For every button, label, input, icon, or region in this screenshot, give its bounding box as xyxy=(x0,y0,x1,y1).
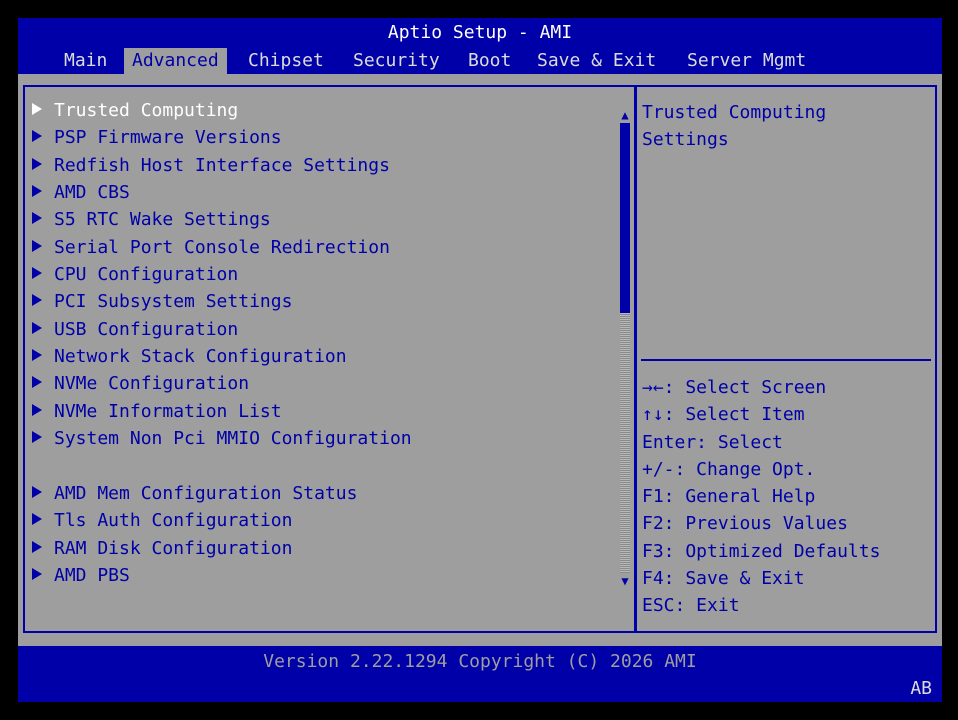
submenu-arrow-icon xyxy=(32,431,42,444)
version-text: Version 2.22.1294 Copyright (C) 2026 AMI xyxy=(263,651,697,672)
submenu-arrow-icon xyxy=(32,540,42,553)
submenu-arrow-icon xyxy=(32,212,42,225)
menu-item-serial-port-console[interactable]: Serial Port Console Redirection xyxy=(30,234,625,261)
menu-item-label: Network Stack Configuration xyxy=(54,346,347,368)
key-f3: F3: Optimized Defaults xyxy=(642,540,881,562)
submenu-arrow-icon xyxy=(32,267,42,280)
help-panel: Trusted Computing Settings →←: Select Sc… xyxy=(635,85,937,633)
scroll-track[interactable] xyxy=(620,123,630,573)
key-f4: F4: Save & Exit xyxy=(642,568,805,590)
menu-item-s5-rtc-wake[interactable]: S5 RTC Wake Settings xyxy=(30,206,625,233)
key-select-item: ↑↓: Select Item xyxy=(642,404,805,426)
header-bar: Aptio Setup - AMI Main Advanced Chipset … xyxy=(18,18,942,74)
menu-item-amd-pbs[interactable]: AMD PBS xyxy=(30,562,625,589)
submenu-arrow-icon xyxy=(32,376,42,389)
submenu-arrow-icon xyxy=(32,239,42,252)
menu-item-amd-cbs[interactable]: AMD CBS xyxy=(30,179,625,206)
tab-save-exit[interactable]: Save & Exit xyxy=(529,48,664,74)
menu-item-label: AMD PBS xyxy=(54,564,130,586)
menu-item-label: USB Configuration xyxy=(54,318,239,340)
key-select-screen: →←: Select Screen xyxy=(642,377,827,398)
help-line: Settings xyxy=(642,129,729,150)
footer-bar: Version 2.22.1294 Copyright (C) 2026 AMI… xyxy=(18,646,942,702)
submenu-arrow-icon xyxy=(32,403,42,416)
menu-item-label: System Non Pci MMIO Configuration xyxy=(54,428,412,450)
menu-spacer xyxy=(30,452,625,479)
menu-item-label: Trusted Computing xyxy=(54,100,239,121)
submenu-arrow-icon xyxy=(32,485,42,498)
menu-list: Trusted Computing PSP Firmware Versions … xyxy=(30,97,625,589)
menu-item-label: AMD CBS xyxy=(54,182,130,204)
submenu-arrow-icon xyxy=(32,567,42,580)
tab-security[interactable]: Security xyxy=(345,48,448,74)
menu-item-amd-mem-config-status[interactable]: AMD Mem Configuration Status xyxy=(30,480,625,507)
menu-item-label: RAM Disk Configuration xyxy=(54,537,293,559)
key-f1: F1: General Help xyxy=(642,486,816,508)
submenu-arrow-icon xyxy=(32,294,42,307)
menu-item-label: NVMe Information List xyxy=(54,400,282,422)
submenu-arrow-icon xyxy=(32,321,42,334)
tab-server-mgmt[interactable]: Server Mgmt xyxy=(679,48,814,74)
help-line: Trusted Computing xyxy=(642,102,827,123)
menu-item-usb-configuration[interactable]: USB Configuration xyxy=(30,316,625,343)
tab-advanced[interactable]: Advanced xyxy=(124,48,227,74)
menu-item-pci-subsystem[interactable]: PCI Subsystem Settings xyxy=(30,288,625,315)
menu-item-system-non-pci-mmio[interactable]: System Non Pci MMIO Configuration xyxy=(30,425,625,452)
submenu-arrow-icon xyxy=(32,185,42,198)
menu-item-label: Tls Auth Configuration xyxy=(54,510,293,532)
scroll-down-arrow-icon[interactable]: ▼ xyxy=(619,575,631,587)
help-divider xyxy=(641,359,931,361)
menu-item-trusted-computing[interactable]: Trusted Computing xyxy=(30,97,625,124)
tab-main[interactable]: Main xyxy=(56,48,115,74)
menu-item-psp-firmware-versions[interactable]: PSP Firmware Versions xyxy=(30,124,625,151)
menu-item-cpu-configuration[interactable]: CPU Configuration xyxy=(30,261,625,288)
menu-item-ram-disk[interactable]: RAM Disk Configuration xyxy=(30,535,625,562)
menu-item-label: Redfish Host Interface Settings xyxy=(54,154,390,176)
menu-item-network-stack[interactable]: Network Stack Configuration xyxy=(30,343,625,370)
key-esc: ESC: Exit xyxy=(642,595,740,617)
menu-item-label: S5 RTC Wake Settings xyxy=(54,209,271,231)
bios-screen: Aptio Setup - AMI Main Advanced Chipset … xyxy=(18,18,942,702)
menu-item-label: AMD Mem Configuration Status xyxy=(54,482,358,504)
menu-panel: Trusted Computing PSP Firmware Versions … xyxy=(23,85,636,633)
menu-item-label: NVMe Configuration xyxy=(54,373,250,395)
app-title: Aptio Setup - AMI xyxy=(387,22,573,43)
key-legend: →←: Select Screen ↑↓: Select Item Enter:… xyxy=(642,374,932,620)
submenu-arrow-icon xyxy=(32,349,42,362)
scroll-thumb[interactable] xyxy=(620,123,630,313)
submenu-arrow-icon xyxy=(32,103,42,115)
key-enter: Enter: Select xyxy=(642,431,783,453)
menu-item-label: PCI Subsystem Settings xyxy=(54,291,293,313)
submenu-arrow-icon xyxy=(32,513,42,526)
key-f2: F2: Previous Values xyxy=(642,513,848,535)
menu-scrollbar[interactable]: ▲ ▼ xyxy=(619,109,631,587)
tab-boot[interactable]: Boot xyxy=(460,48,519,74)
key-change-opt: +/-: Change Opt. xyxy=(642,458,816,480)
menu-item-redfish-host-interface[interactable]: Redfish Host Interface Settings xyxy=(30,152,625,179)
menu-item-label: PSP Firmware Versions xyxy=(54,127,282,149)
menu-item-label: CPU Configuration xyxy=(54,264,239,286)
menu-item-label: Serial Port Console Redirection xyxy=(54,236,390,258)
menu-item-tls-auth[interactable]: Tls Auth Configuration xyxy=(30,507,625,534)
submenu-arrow-icon xyxy=(32,157,42,170)
menu-item-nvme-information-list[interactable]: NVMe Information List xyxy=(30,398,625,425)
scroll-up-arrow-icon[interactable]: ▲ xyxy=(619,109,631,121)
submenu-arrow-icon xyxy=(32,130,42,143)
menu-item-nvme-configuration[interactable]: NVMe Configuration xyxy=(30,370,625,397)
item-help-text: Trusted Computing Settings xyxy=(642,99,927,153)
tab-chipset[interactable]: Chipset xyxy=(240,48,332,74)
post-code: AB xyxy=(910,678,932,699)
